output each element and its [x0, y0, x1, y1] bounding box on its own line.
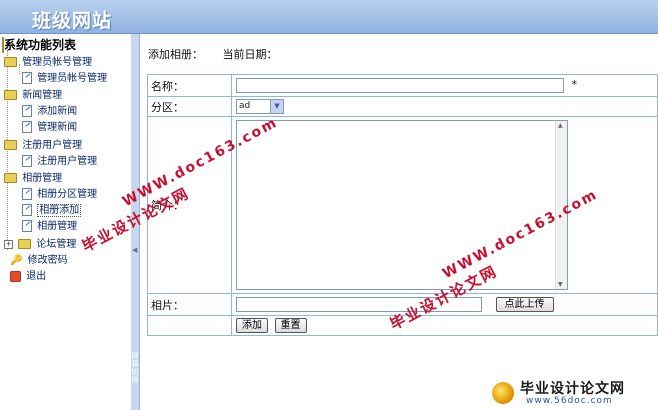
empty-cell [147, 315, 232, 336]
logo-text: 毕业设计论文网 [520, 381, 625, 397]
document-edit-icon [22, 155, 32, 167]
action-buttons: 添加 重置 [231, 315, 658, 336]
name-cell: * [231, 74, 658, 97]
scroll-down-icon[interactable]: ▼ [558, 281, 563, 288]
document-edit-icon [22, 105, 32, 117]
intro-cell: ▲ ▼ [231, 116, 658, 294]
scroll-up-icon[interactable]: ▲ [558, 122, 563, 129]
exit-icon [10, 270, 21, 282]
sidebar-item-logout[interactable]: 退出 [10, 267, 46, 282]
folder-closed-icon [18, 239, 32, 249]
sidebar-item-label: 管理员帐号管理 [37, 73, 108, 84]
document-edit-icon [22, 204, 32, 216]
section-select[interactable]: ad ▼ [236, 99, 284, 114]
app-header: 班级网站 [0, 0, 658, 34]
name-label: 名称： [147, 74, 232, 97]
sidebar-item-label: 注册用户管理 [37, 156, 98, 167]
name-input[interactable] [236, 78, 564, 93]
sidebar-item-label: 退出 [26, 271, 47, 282]
folder-open-icon [4, 140, 17, 150]
section-label: 分区： [147, 96, 232, 117]
sidebar-item-label: 新闻管理 [22, 90, 63, 101]
reset-button[interactable]: 重置 [274, 318, 307, 333]
required-mark: * [571, 78, 578, 91]
photo-label: 相片： [147, 293, 232, 316]
intro-textarea[interactable]: ▲ ▼ [236, 120, 568, 290]
sidebar-item-users-group[interactable]: 注册用户管理 [4, 136, 82, 151]
logo-url: www.56doc.com [526, 396, 613, 406]
sidebar-item-album-section-manage[interactable]: 相册分区管理 [22, 185, 97, 200]
upload-button[interactable]: 点此上传 [495, 297, 554, 312]
sidebar-item-label: 管理员帐号管理 [22, 57, 93, 68]
main-content: 添加相册： 当前日期： 名称： * 分区： ad ▼ 简介： ▲ ▼ 相片： 点… [140, 34, 658, 410]
sidebar-item-album-add[interactable]: 相册添加 [22, 201, 82, 217]
tree-root-label: 系统功能列表 [4, 38, 77, 52]
add-button[interactable]: 添加 [236, 318, 268, 333]
sidebar-item-label: 相册管理 [37, 221, 78, 232]
sidebar-item-label: 修改密码 [27, 255, 68, 266]
document-edit-icon [22, 220, 32, 232]
folder-open-icon [4, 57, 17, 67]
sidebar-item-label: 添加新闻 [37, 106, 78, 117]
tree-root[interactable]: 系统功能列表 [2, 36, 76, 53]
folder-open-icon [4, 90, 17, 100]
document-edit-icon [22, 72, 32, 84]
folder-open-icon [4, 173, 17, 183]
expand-plus-icon[interactable]: + [4, 239, 13, 249]
logo-ball-icon [492, 382, 514, 404]
sidebar-item-label: 相册管理 [22, 173, 63, 184]
sidebar-item-label: 注册用户管理 [22, 140, 83, 151]
sidebar-item-label: 相册添加 [37, 204, 82, 217]
photo-cell: 点此上传 [231, 293, 658, 316]
site-logo-watermark: 毕业设计论文网 www.56doc.com [492, 376, 658, 410]
key-icon: 🔑 [10, 254, 23, 266]
sidebar-item-add-news[interactable]: 添加新闻 [22, 102, 77, 117]
sidebar-item-album-manage[interactable]: 相册管理 [22, 217, 77, 232]
sidebar-item-forum-group[interactable]: + 论坛管理 [4, 235, 76, 250]
sidebar-item-label: 相册分区管理 [37, 189, 98, 200]
photo-path-input[interactable] [236, 297, 482, 312]
sidebar-item-admin-account-manage[interactable]: 管理员帐号管理 [22, 69, 107, 84]
section-selected-value: ad [239, 101, 251, 111]
page-title: 添加相册： [148, 48, 203, 61]
chevron-down-icon[interactable]: ▼ [270, 100, 283, 113]
intro-label: 简介： [147, 116, 232, 294]
sidebar-splitter[interactable]: ◀ 屏幕切换 [131, 34, 140, 410]
current-date-label: 当前日期： [222, 48, 278, 61]
sidebar-item-admin-account-group[interactable]: 管理员帐号管理 [4, 53, 92, 68]
add-album-form: 名称： * 分区： ad ▼ 简介： ▲ ▼ 相片： 点此上传 添加 重置 [147, 74, 658, 336]
sidebar-item-label: 管理新闻 [37, 122, 78, 133]
sidebar-item-label: 论坛管理 [36, 239, 77, 250]
sidebar-item-manage-news[interactable]: 管理新闻 [22, 118, 77, 133]
page-heading: 添加相册： 当前日期： [148, 46, 294, 62]
sidebar-item-news-group[interactable]: 新闻管理 [4, 86, 62, 101]
collapse-arrow-icon[interactable]: ◀ [132, 246, 137, 254]
sidebar-item-change-password[interactable]: 🔑 修改密码 [10, 251, 68, 267]
document-edit-icon [22, 121, 32, 133]
section-cell: ad ▼ [231, 96, 658, 117]
site-title: 班级网站 [32, 10, 113, 32]
screen-toggle-label[interactable]: 屏幕切换 [131, 352, 139, 384]
sidebar-function-tree: 系统功能列表 管理员帐号管理 管理员帐号管理 新闻管理 添加新闻 管理新闻 注册… [0, 34, 132, 410]
document-edit-icon [22, 188, 32, 200]
sidebar-item-users-manage[interactable]: 注册用户管理 [22, 152, 97, 167]
textarea-scrollbar[interactable]: ▲ ▼ [555, 121, 567, 289]
sidebar-item-album-group[interactable]: 相册管理 [4, 169, 62, 184]
